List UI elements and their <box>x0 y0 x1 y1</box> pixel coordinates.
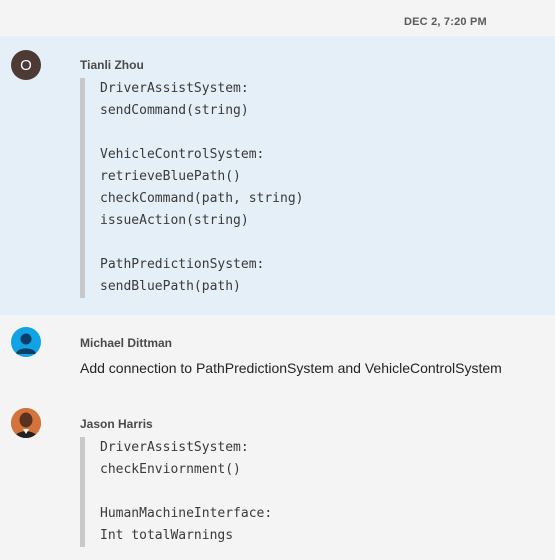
user-photo-icon <box>11 408 41 438</box>
quote-line: DriverAssistSystem: <box>100 440 249 455</box>
code-quote: DriverAssistSystem: checkEnviornment() H… <box>80 437 272 547</box>
quote-line: checkCommand(path, string) <box>100 191 304 206</box>
avatar[interactable]: O <box>11 50 41 80</box>
message-michael-dittman: Michael Dittman Add connection to PathPr… <box>0 315 555 395</box>
quote-line: HumanMachineInterface: <box>100 506 273 521</box>
timestamp: DEC 2, 7:20 PM <box>404 16 487 28</box>
quote-line: sendBluePath(path) <box>100 279 241 294</box>
sender-name[interactable]: Michael Dittman <box>80 336 172 350</box>
quote-line: sendCommand(string) <box>100 103 249 118</box>
avatar-letter: O <box>20 56 32 74</box>
quote-line: Int totalWarnings <box>100 528 234 543</box>
message-tianli-zhou: O Tianli Zhou DriverAssistSystem: sendCo… <box>0 36 555 315</box>
quote-line: VehicleControlSystem: <box>100 147 265 162</box>
quote-line <box>100 232 304 254</box>
sender-name[interactable]: Jason Harris <box>80 417 153 431</box>
avatar[interactable] <box>11 408 41 438</box>
quote-line: retrieveBluePath() <box>100 169 241 184</box>
quote-line <box>100 481 272 503</box>
quote-line <box>100 122 304 144</box>
quote-line: PathPredictionSystem: <box>100 257 265 272</box>
code-quote: DriverAssistSystem: sendCommand(string) … <box>80 78 304 298</box>
sender-name[interactable]: Tianli Zhou <box>80 58 144 72</box>
person-icon <box>16 333 36 354</box>
avatar[interactable] <box>11 327 41 357</box>
quote-line: issueAction(string) <box>100 213 249 228</box>
message-text: Add connection to PathPredictionSystem a… <box>80 360 502 376</box>
quote-line: DriverAssistSystem: <box>100 81 249 96</box>
message-jason-harris: Jason Harris DriverAssistSystem: checkEn… <box>0 395 555 560</box>
quote-line: checkEnviornment() <box>100 462 241 477</box>
